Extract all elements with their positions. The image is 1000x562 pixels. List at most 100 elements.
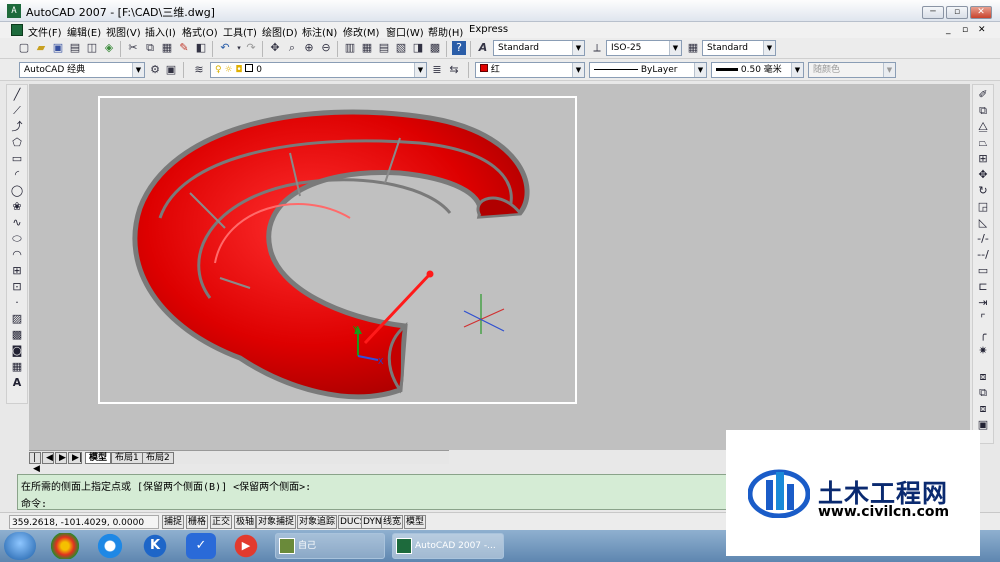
chamfer-icon[interactable]: ⌜ (976, 312, 990, 326)
polygon-icon[interactable]: ⬠ (10, 136, 24, 150)
block-editor-icon[interactable]: ◧ (194, 41, 208, 55)
paste-icon[interactable]: ▦ (160, 41, 174, 55)
3d-solid-model[interactable]: Y X (100, 98, 575, 402)
menu-dimension[interactable]: 标注(N) (302, 24, 337, 39)
tab-nav-first[interactable]: |◀ (29, 452, 41, 474)
hatch-icon[interactable]: ▨ (10, 312, 24, 326)
doc-minimize-button[interactable]: _ (946, 25, 951, 35)
table-style-icon[interactable]: ▦ (686, 41, 700, 55)
menu-file[interactable]: 文件(F) (28, 24, 62, 39)
doc-close-button[interactable]: ✕ (978, 25, 986, 35)
layer-manager-icon[interactable]: ≋ (192, 63, 206, 77)
save-workspace-icon[interactable]: ▣ (164, 63, 178, 77)
grid-toggle[interactable]: 栅格 (186, 515, 209, 529)
draw-order-icon[interactable]: ⧈ (976, 370, 990, 384)
table-icon[interactable]: ▦ (10, 360, 24, 374)
coordinate-readout[interactable]: 359.2618, -101.4029, 0.0000 (9, 515, 159, 529)
menu-tools[interactable]: 工具(T) (223, 24, 257, 39)
rotate-icon[interactable]: ↻ (976, 184, 990, 198)
plot-icon[interactable]: ▤ (68, 41, 82, 55)
sheet-set-icon[interactable]: ▧ (394, 41, 408, 55)
tab-nav-prev[interactable]: ◀ (42, 452, 54, 464)
publish-icon[interactable]: ◈ (102, 41, 116, 55)
menu-edit[interactable]: 编辑(E) (67, 24, 101, 39)
gradient-icon[interactable]: ▩ (10, 328, 24, 342)
text-style-icon[interactable]: A (476, 41, 490, 55)
text-style-select[interactable]: Standard ▼ (493, 40, 585, 56)
bring-to-front-icon[interactable]: ⧉ (976, 386, 990, 400)
lineweight-select[interactable]: 0.50 毫米 ▼ (711, 62, 804, 78)
autocad-app-icon[interactable]: A (7, 4, 21, 18)
circle-icon[interactable]: ◯ (10, 184, 24, 198)
table-style-select[interactable]: Standard ▼ (702, 40, 776, 56)
ie-icon[interactable] (95, 533, 125, 559)
send-to-back-icon[interactable]: ⧈ (976, 402, 990, 416)
workspace-settings-icon[interactable]: ⚙ (148, 63, 162, 77)
tab-layout2[interactable]: 布局2 (142, 452, 174, 464)
array-icon[interactable]: ⊞ (976, 152, 990, 166)
markup-icon[interactable]: ◨ (411, 41, 425, 55)
browser-icon[interactable] (50, 533, 80, 559)
extend-icon[interactable]: --/ (976, 248, 990, 262)
fillet-icon[interactable]: ╭ (976, 328, 990, 342)
insert-block-icon[interactable]: ⊞ (10, 264, 24, 278)
shield-icon[interactable]: ✓ (186, 533, 216, 559)
tab-model[interactable]: 模型 (85, 452, 112, 464)
trim-icon[interactable]: -/- (976, 232, 990, 246)
ellipse-arc-icon[interactable]: ◠ (10, 248, 24, 262)
layer-previous-icon[interactable]: ⇆ (447, 63, 461, 77)
undo-icon[interactable]: ↶ (218, 41, 232, 55)
stretch-icon[interactable]: ◺ (976, 216, 990, 230)
new-icon[interactable]: ▢ (17, 41, 31, 55)
start-button[interactable] (4, 532, 36, 560)
arc-icon[interactable]: ◜ (10, 168, 24, 182)
video-player-icon[interactable]: ▶ (231, 533, 261, 559)
linetype-select[interactable]: ByLayer ▼ (589, 62, 707, 78)
calculator-icon[interactable]: ▩ (428, 41, 442, 55)
zoom-window-icon[interactable]: ⊕ (302, 41, 316, 55)
open-icon[interactable]: ▰ (34, 41, 48, 55)
dim-style-select[interactable]: ISO-25 ▼ (606, 40, 682, 56)
k-app-icon[interactable]: K (140, 533, 170, 559)
zoom-realtime-icon[interactable]: ⌕ (285, 41, 299, 55)
construction-line-icon[interactable]: ⟋ (10, 104, 24, 118)
osnap-toggle[interactable]: 对象捕捉 (256, 515, 297, 529)
minimize-button[interactable]: ─ (922, 6, 944, 19)
polyline-icon[interactable]: ⤴ (10, 120, 24, 134)
rectangle-icon[interactable]: ▭ (10, 152, 24, 166)
menu-window[interactable]: 窗口(W) (386, 24, 424, 39)
scale-icon[interactable]: ◲ (976, 200, 990, 214)
tab-nav-next[interactable]: ▶ (55, 452, 67, 464)
menu-format[interactable]: 格式(O) (182, 24, 218, 39)
drawing-area[interactable]: Y X (29, 84, 970, 450)
polar-toggle[interactable]: 极轴 (234, 515, 257, 529)
plot-preview-icon[interactable]: ◫ (85, 41, 99, 55)
lineweight-toggle[interactable]: 线宽 (381, 515, 404, 529)
menu-view[interactable]: 视图(V) (106, 24, 141, 39)
join-icon[interactable]: ⇥ (976, 296, 990, 310)
command-prompt[interactable]: 命令: (21, 495, 47, 510)
tool-palettes-icon[interactable]: ▤ (377, 41, 391, 55)
otrack-toggle[interactable]: 对象追踪 (297, 515, 338, 529)
ellipse-icon[interactable]: ⬭ (10, 232, 24, 246)
multiline-text-icon[interactable]: A (10, 376, 24, 390)
menu-express[interactable]: Express (469, 24, 508, 35)
copy-object-icon[interactable]: ⧉ (976, 104, 990, 118)
match-properties-icon[interactable]: ✎ (177, 41, 191, 55)
copy-icon[interactable]: ⧉ (143, 41, 157, 55)
layer-select[interactable]: ♀ ☼ ◘ 0 ▼ (210, 62, 427, 78)
model-toggle[interactable]: 模型 (404, 515, 427, 529)
move-icon[interactable]: ✥ (976, 168, 990, 182)
mirror-icon[interactable]: ⧋ (976, 120, 990, 134)
help-icon[interactable]: ? (452, 41, 466, 55)
viewport-frame[interactable]: Y X (98, 96, 577, 404)
cut-icon[interactable]: ✂ (126, 41, 140, 55)
menu-insert[interactable]: 插入(I) (145, 24, 176, 39)
snap-toggle[interactable]: 捕捉 (162, 515, 185, 529)
make-object-layer-current-icon[interactable]: ≣ (430, 63, 444, 77)
ortho-toggle[interactable]: 正交 (210, 515, 233, 529)
dim-style-icon[interactable]: ⟂ (590, 41, 604, 55)
pan-icon[interactable]: ✥ (268, 41, 282, 55)
save-icon[interactable]: ▣ (51, 41, 65, 55)
point-icon[interactable]: · (10, 296, 24, 310)
